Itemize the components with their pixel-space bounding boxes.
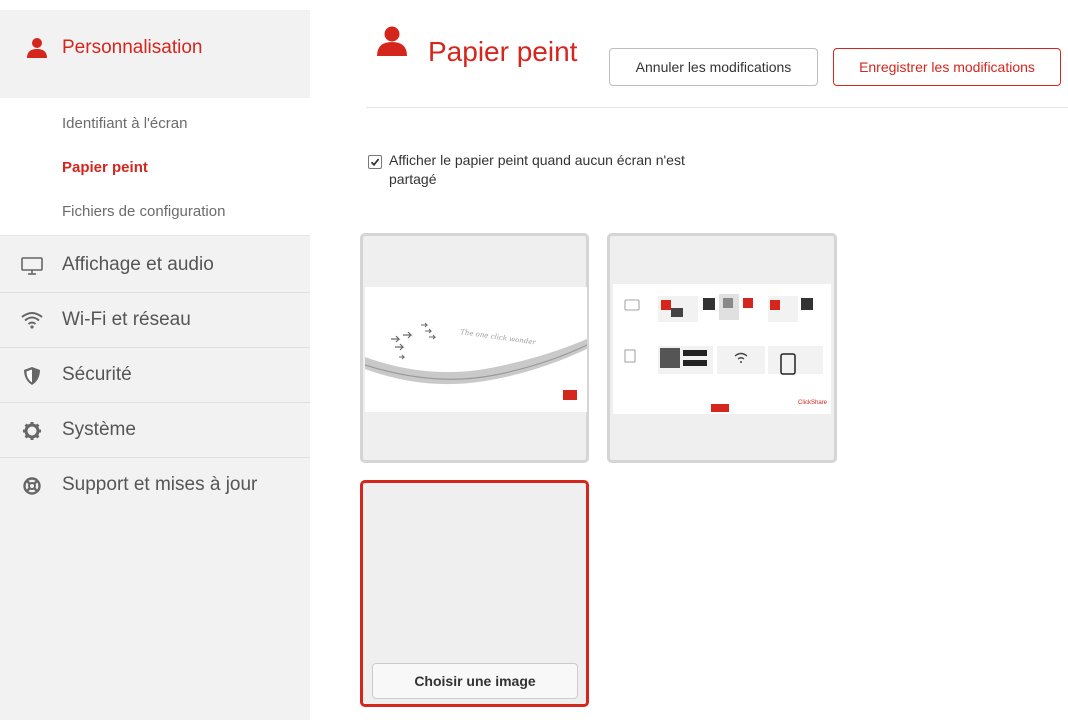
person-icon [26, 38, 48, 58]
cancel-changes-button[interactable]: Annuler les modifications [609, 48, 818, 86]
sidebar-item-support[interactable]: Support et mises à jour [0, 457, 310, 512]
wallpaper-option-1[interactable]: The one click wonder [360, 233, 589, 463]
sidebar-item-label: Système [62, 419, 136, 440]
save-changes-button[interactable]: Enregistrer les modifications [833, 48, 1061, 86]
wallpaper-thumbnail: The one click wonder [364, 287, 588, 412]
sidebar-item-securite[interactable]: Sécurité [0, 347, 310, 403]
wallpaper-option-2[interactable]: ClickShare [607, 233, 837, 463]
wifi-icon [20, 310, 44, 332]
subitem-fichiers-configuration[interactable]: Fichiers de configuration [62, 203, 225, 220]
show-wallpaper-label: Afficher le papier peint quand aucun écr… [389, 152, 685, 187]
personnalisation-submenu: Identifiant à l'écran Papier peint Fichi… [0, 98, 310, 236]
sidebar-item-label: Affichage et audio [62, 254, 214, 275]
wallpaper-tagline: The one click wonder [460, 328, 537, 347]
sidebar-item-label: Wi-Fi et réseau [62, 309, 191, 330]
sidebar-item-label: Personnalisation [62, 37, 203, 58]
page-title: Papier peint [428, 36, 578, 67]
custom-wallpaper-option[interactable]: Choisir une image [360, 480, 589, 707]
monitor-icon [20, 256, 44, 278]
choose-image-button[interactable]: Choisir une image [372, 663, 578, 699]
wallpaper-brand: ClickShare [798, 400, 828, 406]
person-icon [375, 26, 409, 56]
sidebar-item-label: Sécurité [62, 364, 132, 385]
sidebar-item-systeme[interactable]: Système [0, 402, 310, 458]
subitem-identifiant[interactable]: Identifiant à l'écran [62, 115, 187, 132]
shield-icon [20, 366, 44, 388]
lifebuoy-icon [20, 476, 44, 498]
sidebar: Personnalisation Identifiant à l'écran P… [0, 10, 310, 720]
sidebar-item-label: Support et mises à jour [62, 474, 258, 495]
sidebar-item-affichage-audio[interactable]: Affichage et audio [0, 237, 310, 293]
gear-icon [20, 421, 44, 443]
checkmark-icon [370, 158, 380, 167]
sidebar-item-wifi-reseau[interactable]: Wi-Fi et réseau [0, 292, 310, 348]
header-divider [366, 107, 1068, 108]
subitem-papier-peint[interactable]: Papier peint [62, 159, 148, 176]
wallpaper-thumbnail: ClickShare [613, 284, 831, 414]
show-wallpaper-checkbox[interactable] [368, 155, 382, 169]
